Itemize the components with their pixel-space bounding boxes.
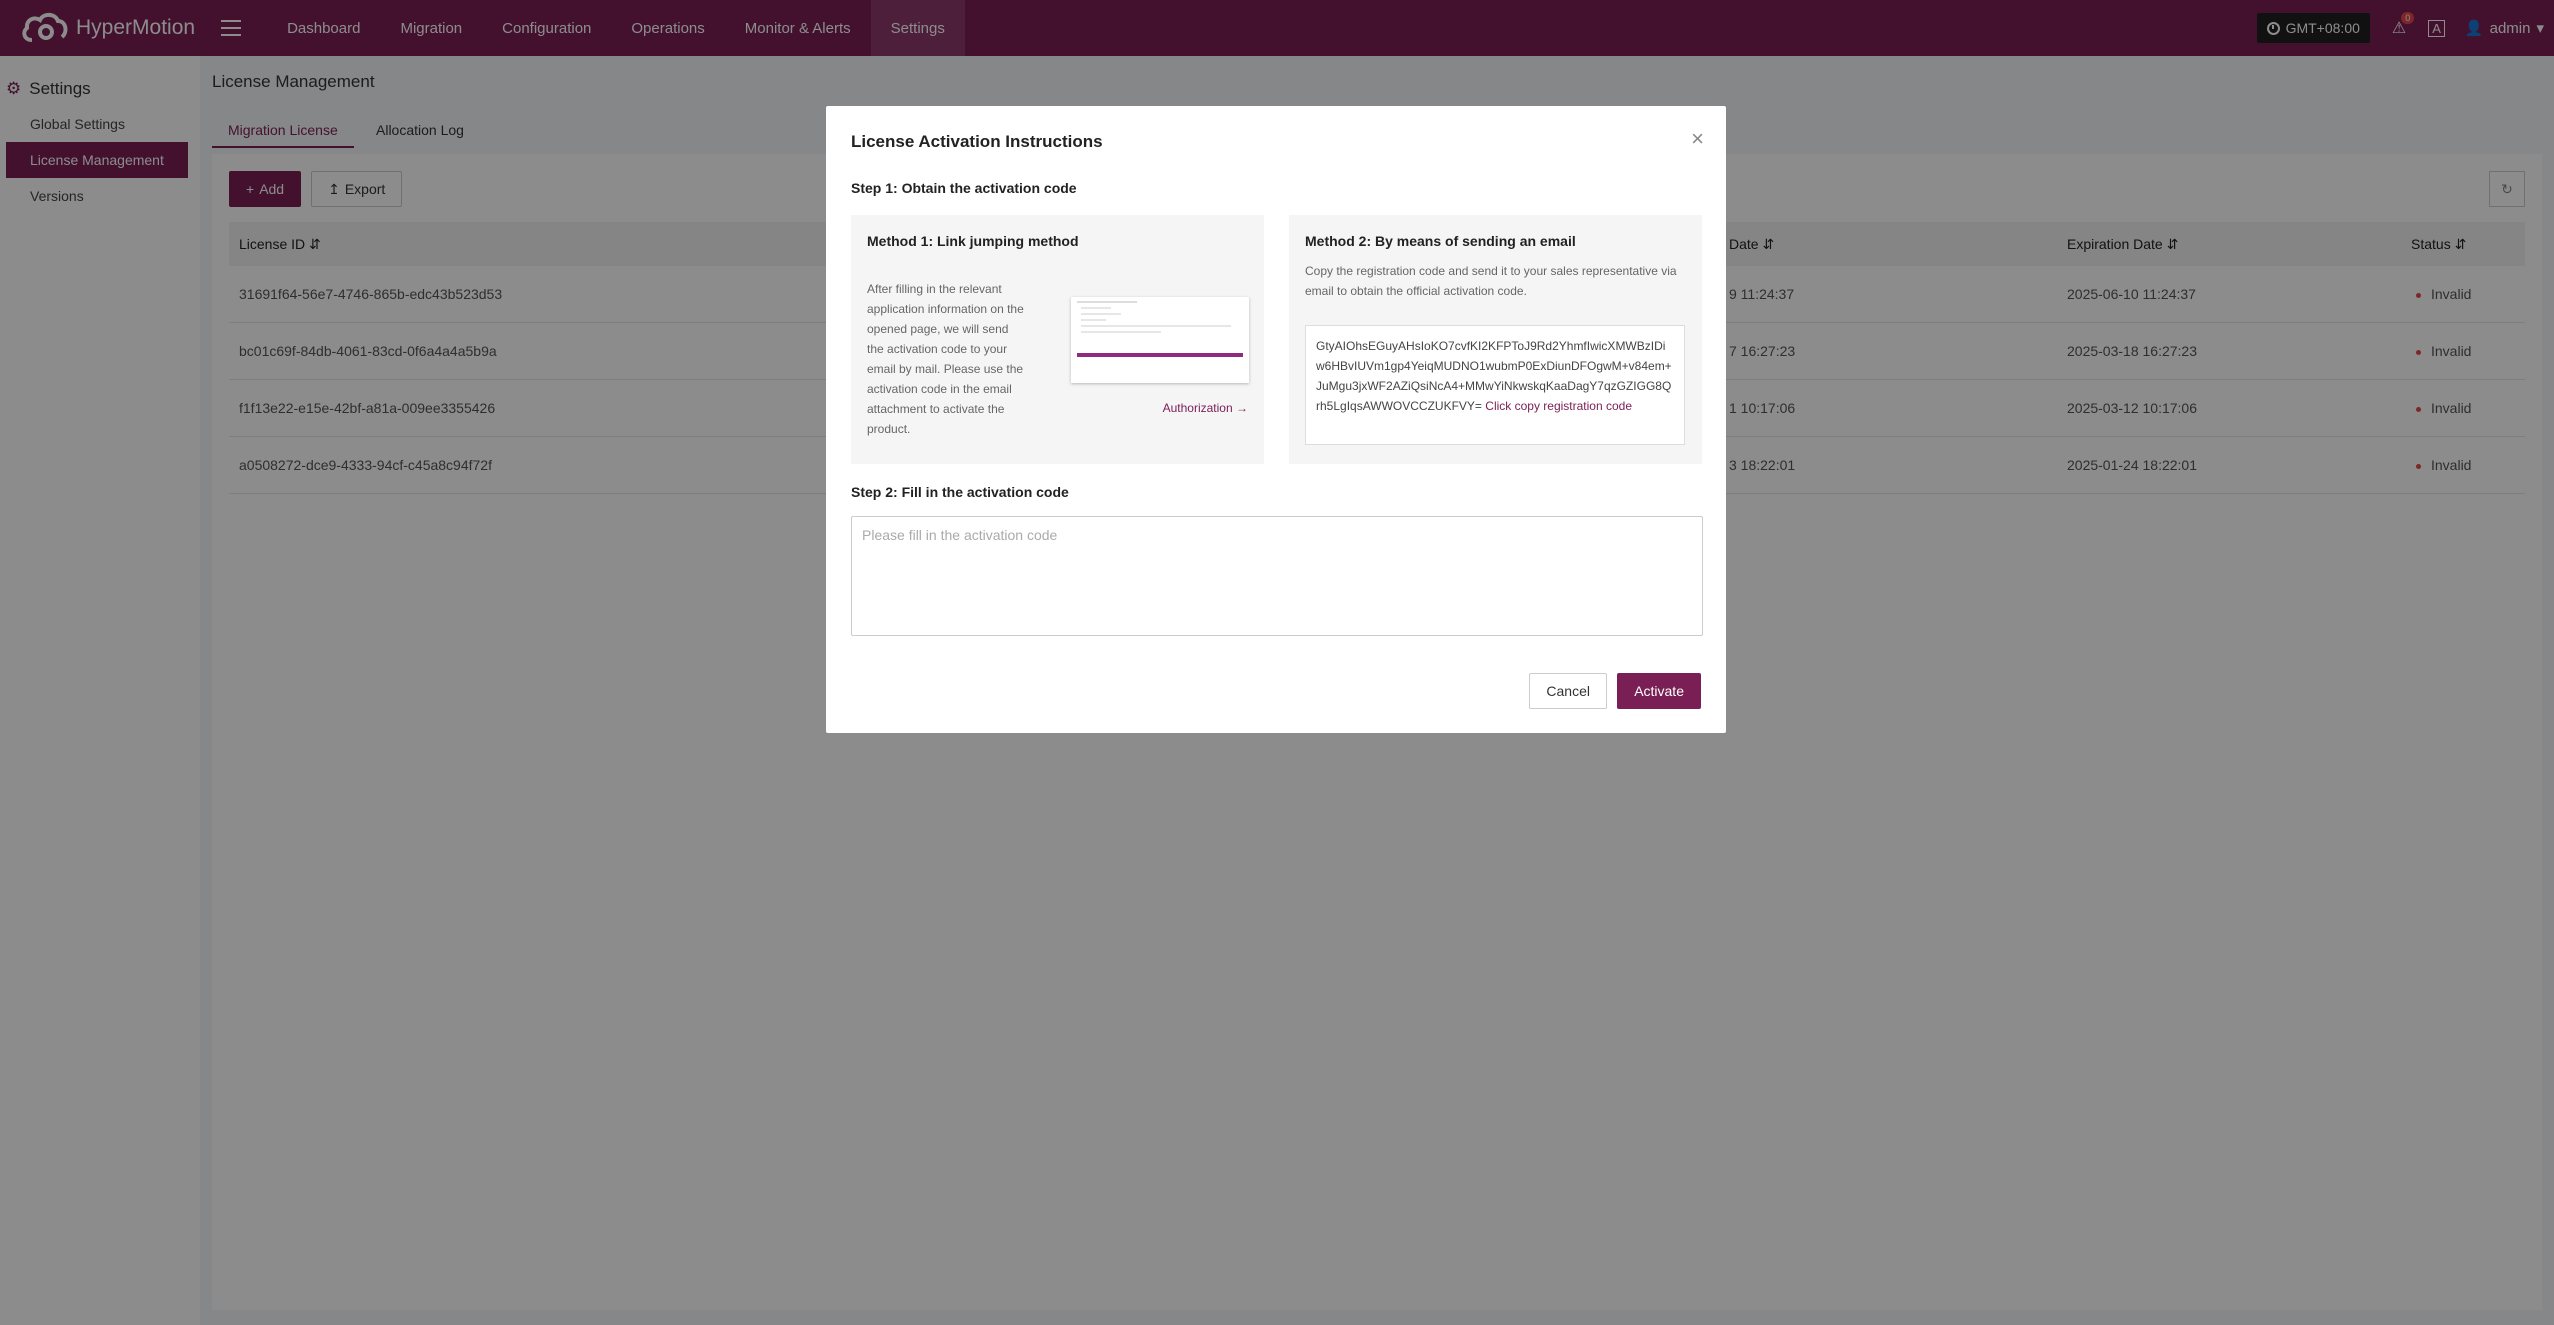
method1-text: After filling in the relevant applicatio… bbox=[867, 282, 1024, 436]
method1-title: Method 1: Link jumping method bbox=[867, 233, 1079, 249]
copy-registration-code-link[interactable]: Click copy registration code bbox=[1485, 399, 1632, 413]
close-icon[interactable]: × bbox=[1691, 126, 1704, 152]
activation-code-input[interactable]: Please fill in the activation code bbox=[851, 516, 1703, 636]
method2-title: Method 2: By means of sending an email bbox=[1305, 233, 1576, 249]
license-activation-dialog: License Activation Instructions × Step 1… bbox=[826, 106, 1726, 733]
registration-code-box: GtyAIOhsEGuyAHsIoKO7cvfKI2KFPToJ9Rd2Yhmf… bbox=[1305, 325, 1685, 445]
method2-card: Method 2: By means of sending an email C… bbox=[1289, 215, 1702, 464]
step2-heading: Step 2: Fill in the activation code bbox=[851, 484, 1069, 500]
step1-heading: Step 1: Obtain the activation code bbox=[851, 180, 1077, 196]
method2-text: Copy the registration code and send it t… bbox=[1305, 264, 1677, 298]
dialog-title: License Activation Instructions bbox=[851, 132, 1103, 151]
activate-button[interactable]: Activate bbox=[1617, 673, 1701, 709]
authorization-page-preview bbox=[1071, 297, 1249, 383]
cancel-button[interactable]: Cancel bbox=[1529, 673, 1607, 709]
method1-card: Method 1: Link jumping method After fill… bbox=[851, 215, 1264, 464]
authorization-link[interactable]: Authorization → bbox=[1163, 401, 1248, 415]
